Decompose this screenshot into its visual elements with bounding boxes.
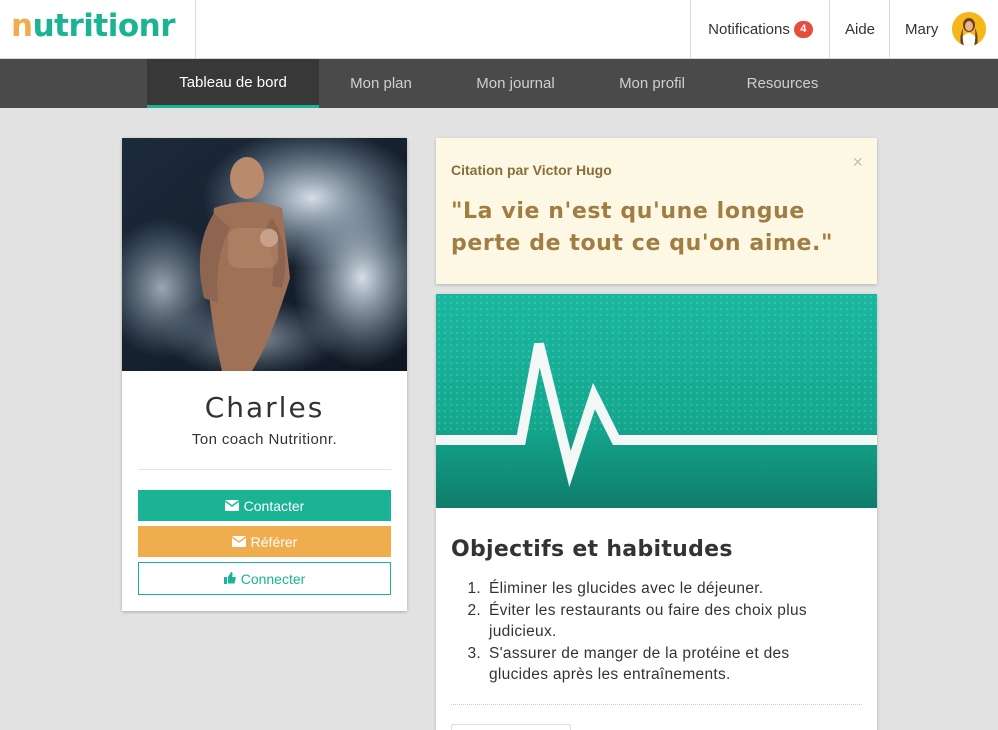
heartbeat-banner [436,294,877,508]
envelope-icon [231,534,247,550]
quote-author: Citation par Victor Hugo [451,162,612,178]
connect-label: Connecter [240,570,306,587]
top-bar: nutritionr Notifications 4 Aide Mary [0,0,998,59]
coach-photo [122,138,407,371]
quote-alert: Citation par Victor Hugo × "La vie n'est… [436,138,877,284]
contact-button[interactable]: Contacter [138,490,391,521]
main-nav: Tableau de bord Mon plan Mon journal Mon… [0,59,998,108]
avatar[interactable] [952,12,987,46]
notifications-button[interactable]: Notifications 4 [690,0,830,58]
nav-tab-resources[interactable]: Resources [716,59,849,108]
refer-button[interactable]: Référer [138,526,391,557]
notifications-label: Notifications [708,20,790,38]
user-menu[interactable]: Mary [889,0,998,58]
contact-label: Contacter [243,497,305,514]
logo[interactable]: nutritionr [11,8,175,44]
refer-label: Référer [250,533,298,550]
connect-button[interactable]: Connecter [138,562,391,595]
notifications-badge: 4 [793,20,813,38]
list-item: 3. S'assurer de manger de la protéine et … [467,644,790,684]
nav-tab-dashboard[interactable]: Tableau de bord [147,59,319,108]
nav-tab-journal[interactable]: Mon journal [443,59,588,108]
divider [451,704,862,705]
user-name: Mary [905,20,939,38]
help-label: Aide [844,20,876,38]
list-item: 2. Éviter les restaurants ou faire des ch… [467,601,807,641]
help-link[interactable]: Aide [829,0,890,58]
nav-tab-plan[interactable]: Mon plan [319,59,443,108]
list-item: 1. Éliminer les glucides avec le déjeuner… [467,580,764,597]
goals-title: Objectifs et habitudes [451,537,733,562]
nav-tab-profile[interactable]: Mon profil [588,59,716,108]
goals-card: Objectifs et habitudes 1. Éliminer les gl… [436,294,877,730]
goals-action-button[interactable] [451,724,571,730]
logo-container[interactable]: nutritionr [0,0,196,58]
coach-name: Charles [204,391,325,424]
quote-text: "La vie n'est qu'une longue perte de tou… [451,196,851,260]
coach-card: Charles Ton coach Nutritionr. Contacter … [122,138,407,611]
goals-list: 1. Éliminer les glucides avec le déjeuner… [451,578,851,686]
quote-line: perte de tout ce qu'on aime." [451,231,834,256]
envelope-icon [224,498,240,514]
close-icon[interactable]: × [852,152,863,173]
thumbs-up-icon [223,571,236,587]
quote-line: "La vie n'est qu'une longue [451,199,805,224]
coach-subtitle: Ton coach Nutritionr. [191,431,338,448]
divider [138,469,391,470]
